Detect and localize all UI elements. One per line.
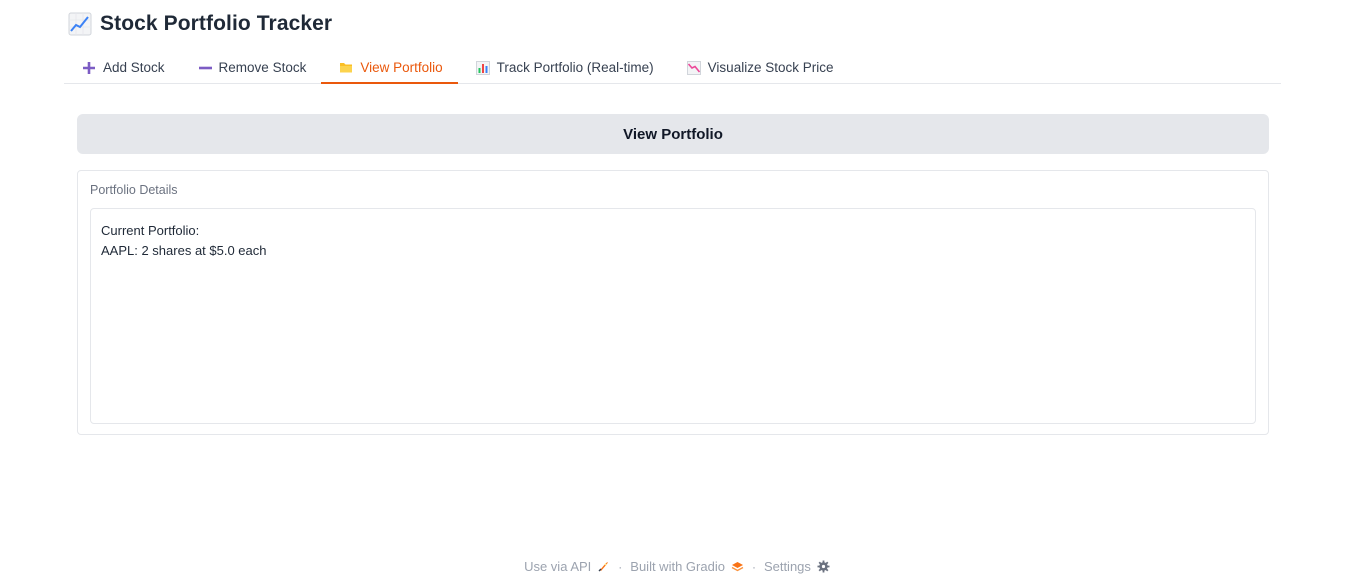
tab-label: Add Stock [103, 60, 165, 75]
tab-remove-stock[interactable]: Remove Stock [180, 52, 322, 83]
built-with-label: Built with Gradio [630, 559, 725, 574]
use-via-api-link[interactable]: Use via API [524, 559, 610, 574]
folder-icon [340, 63, 353, 73]
tab-track-portfolio[interactable]: Track Portfolio (Real-time) [458, 52, 669, 83]
portfolio-details-panel: Portfolio Details Current Portfolio: AAP… [77, 170, 1269, 435]
chart-decreasing-icon [686, 60, 701, 75]
tab-bar: Add Stock Remove Stock View Portfolio Tr… [64, 52, 1281, 84]
page-title: Stock Portfolio Tracker [100, 12, 333, 35]
plus-icon [83, 61, 95, 74]
tab-label: Visualize Stock Price [707, 60, 834, 75]
footer-separator: · [618, 559, 623, 574]
rocket-icon [598, 562, 609, 572]
portfolio-details-label: Portfolio Details [90, 183, 178, 197]
portfolio-details-textbox[interactable]: Current Portfolio: AAPL: 2 shares at $5.… [90, 208, 1256, 424]
built-with-gradio-link[interactable]: Built with Gradio [630, 559, 744, 574]
tab-label: Remove Stock [218, 60, 307, 75]
tab-label: Track Portfolio (Real-time) [496, 60, 654, 75]
gear-icon [817, 560, 830, 573]
app-header: Stock Portfolio Tracker [68, 12, 332, 36]
tab-add-stock[interactable]: Add Stock [64, 52, 180, 83]
tab-view-portfolio[interactable]: View Portfolio [321, 52, 458, 84]
view-portfolio-button[interactable]: View Portfolio [77, 114, 1269, 154]
bar-chart-icon [475, 60, 490, 75]
footer-separator: · [751, 559, 756, 574]
tab-visualize-stock-price[interactable]: Visualize Stock Price [669, 52, 849, 83]
settings-label: Settings [763, 559, 811, 574]
api-link-label: Use via API [524, 559, 592, 574]
settings-link[interactable]: Settings [764, 559, 830, 574]
minus-icon [198, 66, 212, 69]
footer: Use via API · Built with Gradio · Settin… [0, 559, 1354, 574]
gradio-logo-icon [731, 562, 744, 572]
tab-label: View Portfolio [360, 59, 443, 75]
chart-increasing-icon [68, 12, 92, 36]
